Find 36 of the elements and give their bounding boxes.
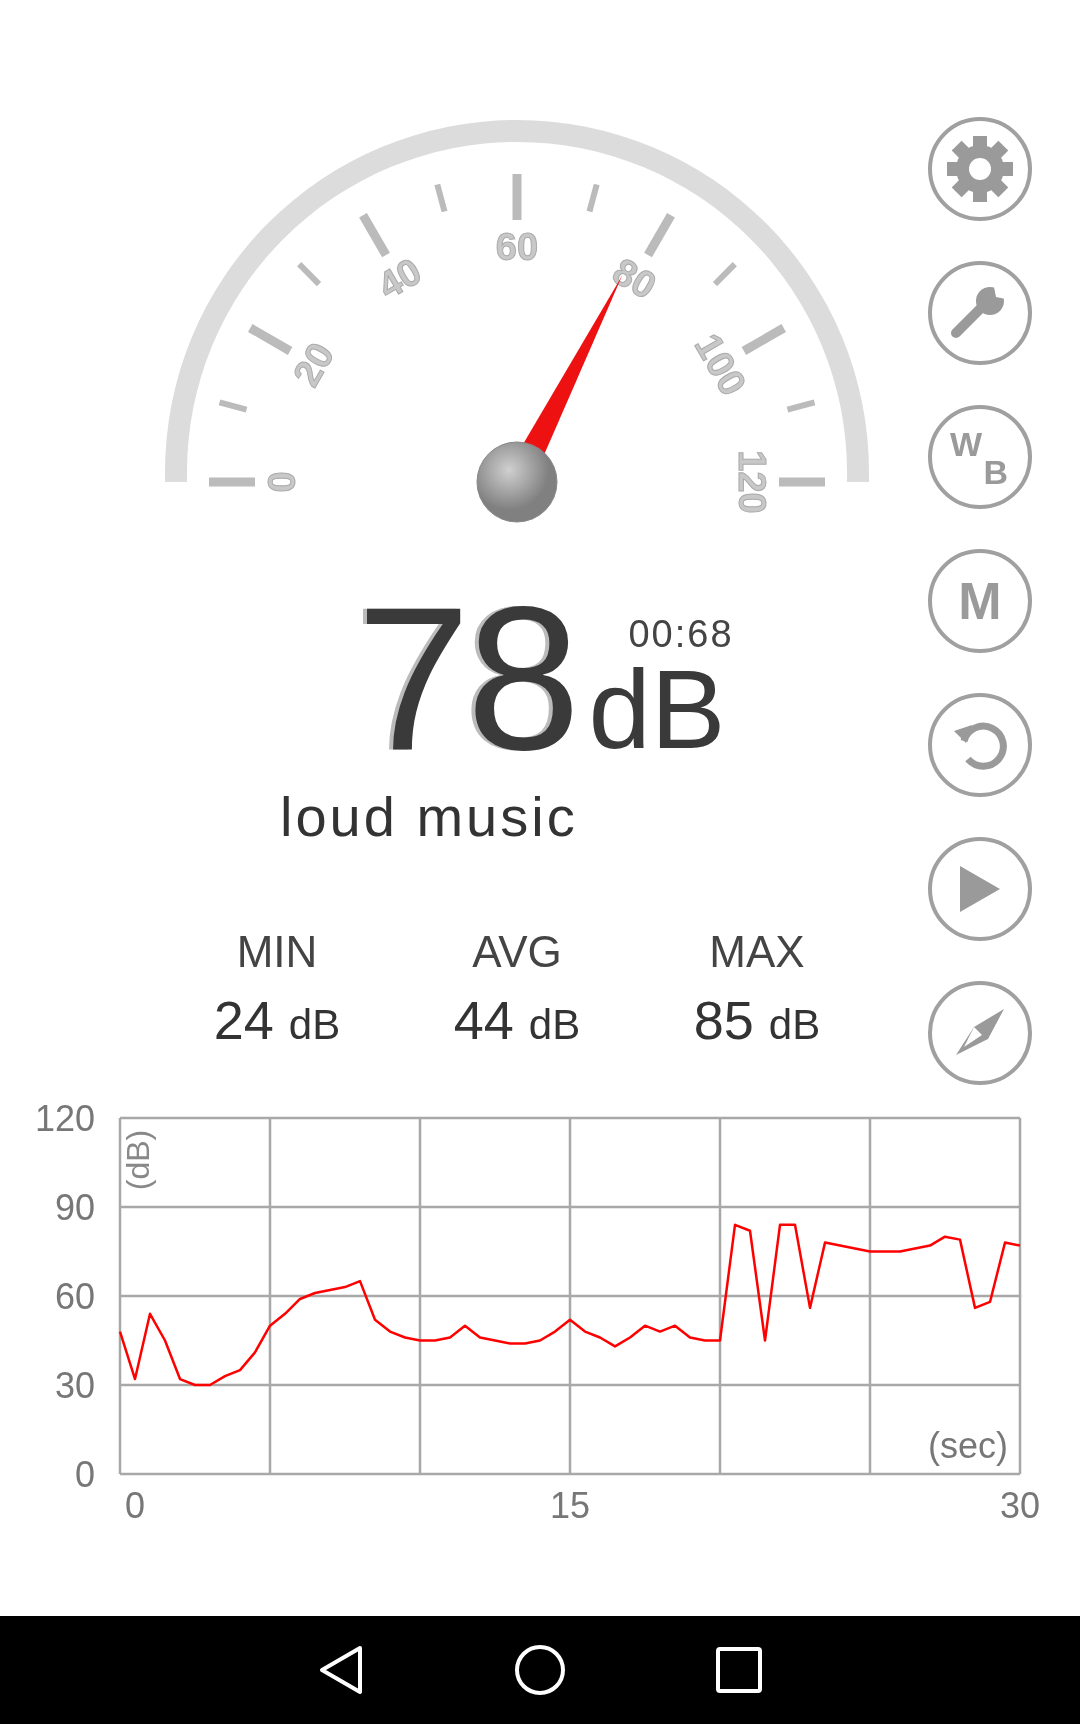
gauge-scale-label: 120 xyxy=(731,450,773,514)
sound-level-value: 78 xyxy=(356,598,577,758)
home-icon[interactable] xyxy=(514,1644,566,1696)
gauge-scale-label: 20 xyxy=(284,335,343,394)
stat-value: 24 dB xyxy=(213,989,341,1051)
letter-button[interactable]: M xyxy=(928,549,1032,653)
play-icon xyxy=(958,864,1002,914)
gauge-scale-label: 40 xyxy=(370,249,429,308)
b-letter: B xyxy=(983,455,1008,489)
stat-label: AVG xyxy=(472,927,562,977)
stat-value: 44 dB xyxy=(453,989,581,1051)
stat-label: MIN xyxy=(236,927,318,977)
noise-description: loud music xyxy=(279,784,579,849)
wb-button[interactable]: W B xyxy=(928,405,1032,509)
gauge-scale-label: 80 xyxy=(605,249,664,308)
w-letter: W xyxy=(950,427,983,461)
y-axis-label: 90 xyxy=(54,1186,95,1228)
sound-level-unit: dB xyxy=(588,662,726,758)
x-axis-label: 30 xyxy=(1000,1485,1040,1526)
y-axis-label: 60 xyxy=(54,1275,95,1317)
settings-icon xyxy=(947,136,1013,202)
stat-label: MAX xyxy=(709,927,805,977)
y-axis-label: 0 xyxy=(74,1453,95,1495)
gauge-scale-label: 60 xyxy=(495,226,539,268)
y-axis-label: 120 xyxy=(34,1100,95,1139)
x-axis-title: (sec) xyxy=(928,1425,1008,1466)
timer: 00:68 xyxy=(628,613,734,656)
x-axis-label: 0 xyxy=(125,1485,145,1526)
stat-value: 85 dB xyxy=(693,989,821,1051)
back-icon[interactable] xyxy=(318,1644,364,1696)
recents-icon[interactable] xyxy=(716,1647,762,1693)
y-axis-title: (dB) xyxy=(120,1129,156,1191)
gauge-scale-label: 0 xyxy=(261,471,303,493)
gauge-scale-label: 100 xyxy=(686,326,755,403)
y-axis-label: 30 xyxy=(54,1364,95,1406)
x-axis-label: 15 xyxy=(550,1485,590,1526)
